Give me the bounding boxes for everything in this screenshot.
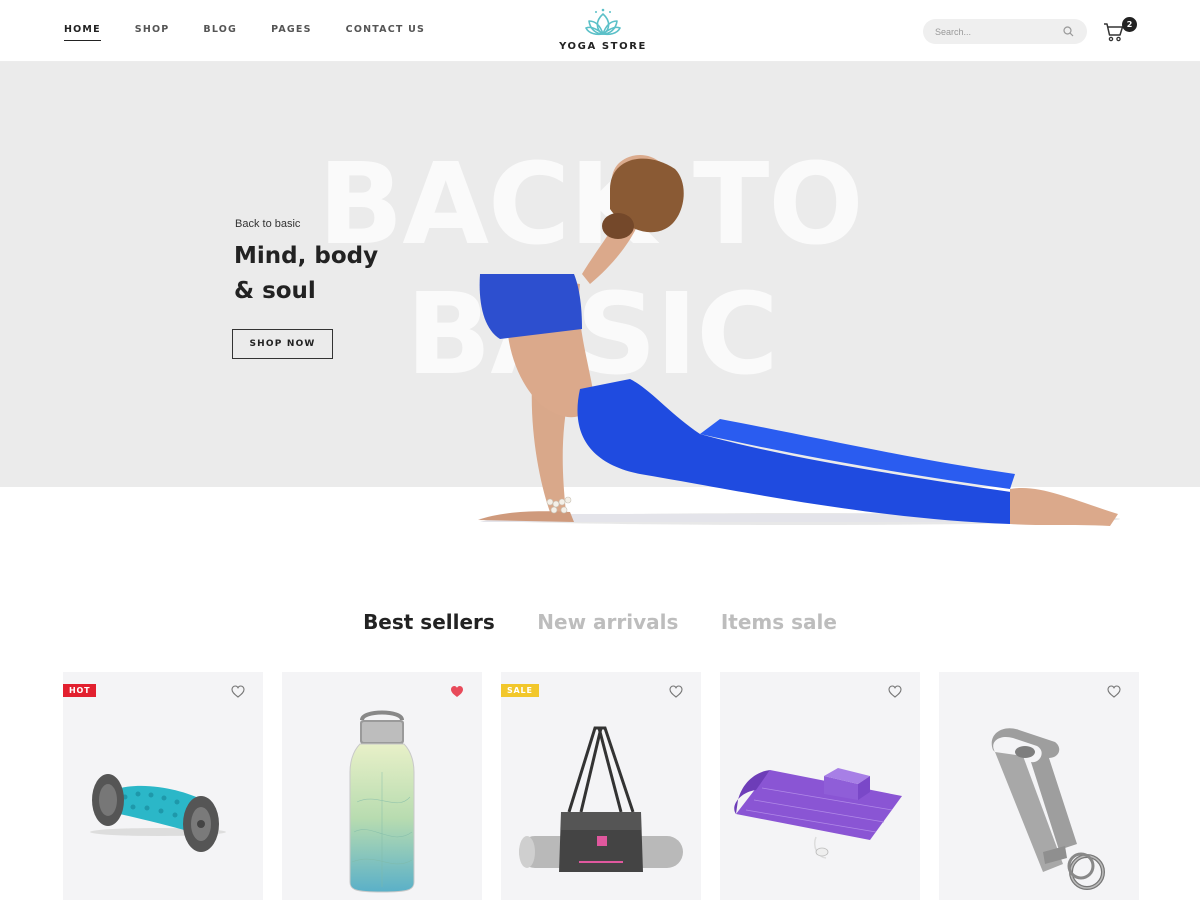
site-logo[interactable]: YOGA STORE: [553, 8, 653, 52]
search-box: [923, 19, 1087, 44]
product-tabs: Best sellers New arrivals Items sale: [0, 610, 1200, 634]
product-card[interactable]: [720, 672, 920, 900]
product-card[interactable]: SALE: [501, 672, 701, 900]
nav-home[interactable]: HOME: [64, 24, 101, 41]
product-card[interactable]: [282, 672, 482, 900]
foam-roller-image: [90, 774, 226, 852]
tab-items-sale[interactable]: Items sale: [721, 610, 837, 634]
lotus-icon: [585, 8, 621, 36]
tab-best-sellers[interactable]: Best sellers: [363, 610, 495, 634]
search-input[interactable]: [935, 24, 1055, 39]
yoga-strap-image: [991, 728, 1105, 890]
yoga-model-image: [478, 155, 1120, 526]
purple-mat-image: [734, 768, 902, 859]
nav-contact[interactable]: CONTACT US: [346, 24, 425, 41]
site-header: HOME SHOP BLOG PAGES CONTACT US YOGA STO…: [0, 0, 1200, 62]
hero-title-line-2: & soul: [234, 278, 316, 304]
main-nav: HOME SHOP BLOG PAGES CONTACT US: [64, 24, 459, 41]
nav-pages[interactable]: PAGES: [271, 24, 312, 41]
water-bottle-image: [349, 710, 415, 893]
hero-title: Mind, body & soul: [234, 239, 434, 309]
nav-blog[interactable]: BLOG: [203, 24, 237, 41]
product-card[interactable]: [939, 672, 1139, 900]
search-icon[interactable]: [1063, 26, 1074, 37]
product-grid: HOT SALE: [63, 672, 1139, 900]
shop-now-button[interactable]: SHOP NOW: [232, 329, 333, 359]
cart-count-badge: 2: [1122, 17, 1137, 32]
hero-kicker: Back to basic: [235, 218, 301, 230]
yoga-mat-bag-image: [519, 726, 683, 872]
nav-shop[interactable]: SHOP: [135, 24, 170, 41]
hero-title-line-1: Mind, body: [234, 243, 379, 269]
product-card[interactable]: HOT: [63, 672, 263, 900]
tab-new-arrivals[interactable]: New arrivals: [537, 610, 678, 634]
logo-text: YOGA STORE: [559, 41, 647, 52]
hero-banner: BACK TO BASIC Back to basic Mind, body &…: [0, 62, 1200, 526]
